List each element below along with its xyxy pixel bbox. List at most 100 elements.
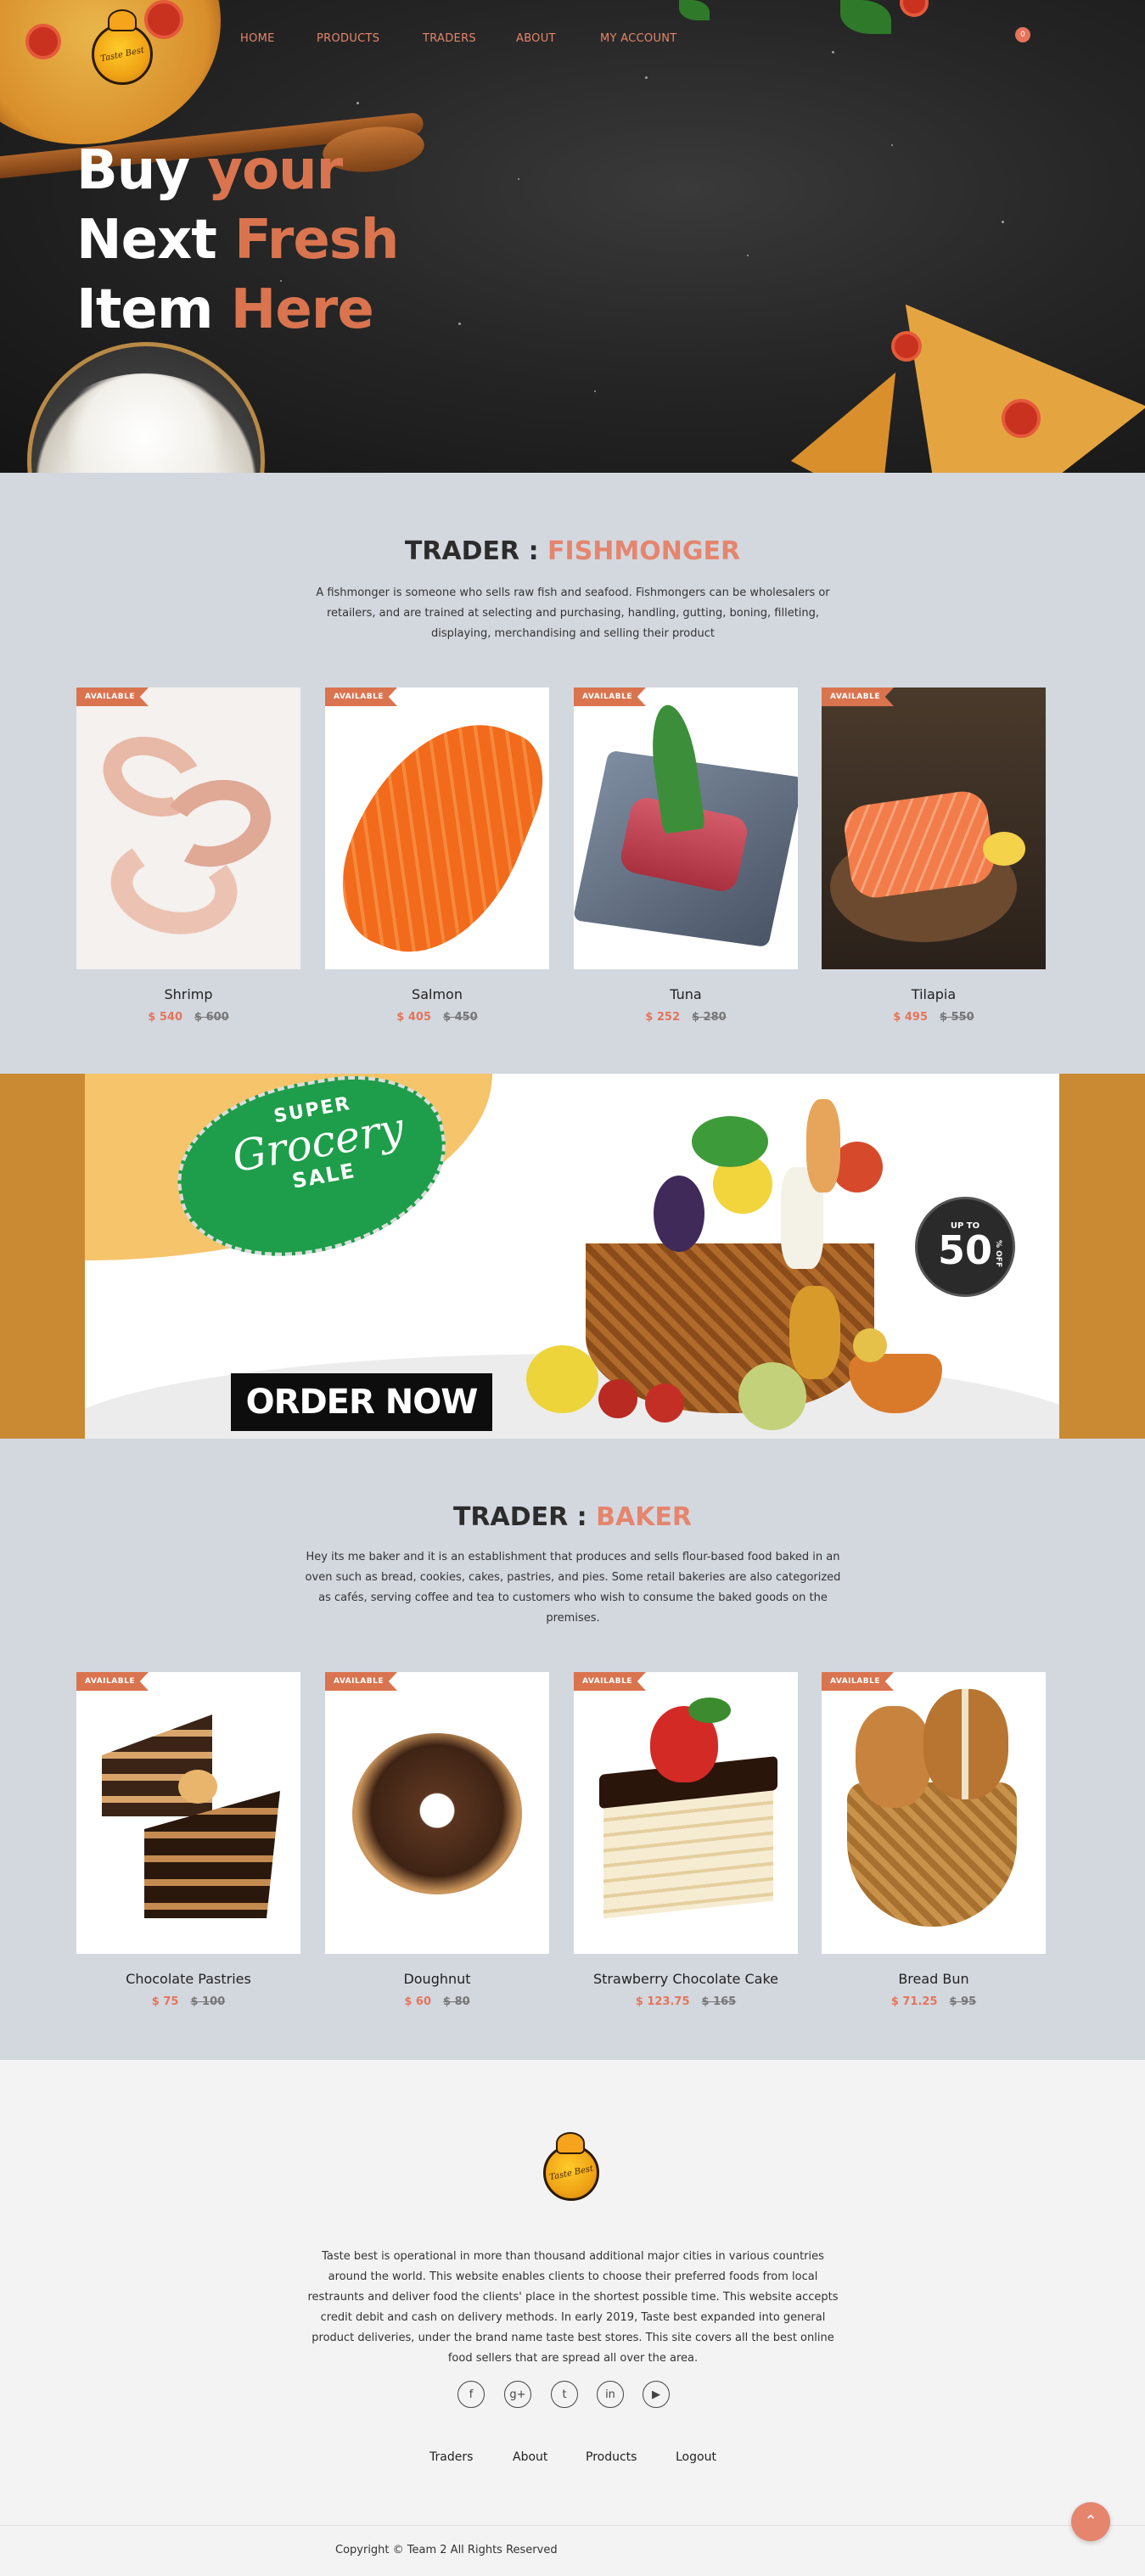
flour-speck <box>356 102 359 104</box>
availability-badge: AVAILABLE <box>325 687 397 706</box>
hero-line2-text: Next <box>76 209 235 272</box>
product-image-tilapia[interactable]: AVAILABLE <box>822 687 1046 969</box>
nav-about[interactable]: ABOUT <box>516 32 556 45</box>
fishmonger-section: TRADER : FISHMONGER A fishmonger is some… <box>0 473 1145 1074</box>
logo-text: Taste Best <box>548 2164 594 2182</box>
current-price: $ 60 <box>404 1995 431 2008</box>
old-price: $ 600 <box>194 1011 229 1024</box>
availability-badge: AVAILABLE <box>76 687 149 706</box>
youtube-icon[interactable]: ▶ <box>643 2381 670 2408</box>
old-price: $ 100 <box>190 1995 226 2008</box>
baker-description: Hey its me baker and it is an establishm… <box>305 1551 841 1625</box>
tumblr-icon[interactable]: t <box>551 2381 578 2408</box>
chevron-up-icon: ⌃ <box>1084 2512 1097 2530</box>
old-price: $ 80 <box>443 1995 470 2008</box>
product-image-shrimp[interactable]: AVAILABLE <box>76 687 300 969</box>
nav-products[interactable]: PRODUCTS <box>317 32 379 45</box>
nav-home[interactable]: HOME <box>240 32 275 45</box>
cart-count-badge[interactable]: 0 <box>1015 27 1030 42</box>
google-plus-icon[interactable]: g+ <box>504 2381 531 2408</box>
product-price: $ 60 $ 80 <box>325 1995 549 2008</box>
product-name[interactable]: Strawberry Chocolate Cake <box>574 1971 798 1987</box>
product-price: $ 75 $ 100 <box>76 1995 300 2008</box>
product-card-chocolate-pastries[interactable]: AVAILABLE Chocolate Pastries $ 75 $ 100 <box>76 1672 300 2008</box>
product-card-shrimp[interactable]: AVAILABLE Shrimp $ 540 $ 600 <box>76 687 300 1024</box>
hero-line3-accent: Here <box>230 278 374 341</box>
product-price: $ 252 $ 280 <box>574 1011 798 1024</box>
potato-shape <box>853 1328 887 1362</box>
fishmonger-title: TRADER : FISHMONGER <box>0 536 1145 566</box>
hero-line1-text: Buy <box>76 139 208 202</box>
discount-off: % OFF <box>994 1240 1002 1268</box>
scroll-to-top-button[interactable]: ⌃ <box>1071 2502 1110 2541</box>
pineapple-shape <box>789 1286 840 1379</box>
flour-speck <box>594 390 596 392</box>
bread-basket-shape <box>847 1782 1017 1927</box>
apple-shape <box>645 1383 684 1423</box>
product-name[interactable]: Bread Bun <box>822 1971 1046 1987</box>
product-card-doughnut[interactable]: AVAILABLE Doughnut $ 60 $ 80 <box>325 1672 549 2008</box>
tomato-slice <box>1002 399 1041 438</box>
current-price: $ 71.25 <box>890 1995 938 2008</box>
linkedin-icon[interactable]: in <box>597 2381 624 2408</box>
availability-badge: AVAILABLE <box>76 1672 149 1691</box>
old-price: $ 450 <box>443 1011 478 1024</box>
nav-my-account[interactable]: MY ACCOUNT <box>600 32 677 45</box>
hero-headline: Buy your Next Fresh Item Here <box>76 136 399 345</box>
product-name[interactable]: Chocolate Pastries <box>76 1971 300 1987</box>
lemon-shape <box>983 832 1025 866</box>
grocery-sale-banner[interactable]: SUPER Grocery SALE ORDER NOW UP TO 50 % … <box>0 1074 1145 1439</box>
baker-title: TRADER : BAKER <box>0 1502 1145 1532</box>
product-image-tuna[interactable]: AVAILABLE <box>574 687 798 969</box>
footer-link-logout[interactable]: Logout <box>676 2450 716 2464</box>
product-price: $ 123.75 $ 165 <box>574 1995 798 2008</box>
chef-hat-icon <box>108 9 137 31</box>
facebook-icon[interactable]: f <box>457 2381 485 2408</box>
product-name[interactable]: Salmon <box>325 986 549 1002</box>
footer-logo[interactable]: Taste Best <box>543 2132 599 2201</box>
product-name[interactable]: Doughnut <box>325 1971 549 1987</box>
product-image-bread-bun[interactable]: AVAILABLE <box>822 1672 1046 1954</box>
flour-speck <box>458 323 461 325</box>
product-image-doughnut[interactable]: AVAILABLE <box>325 1672 549 1954</box>
banner-inner: SUPER Grocery SALE ORDER NOW UP TO 50 % … <box>85 1074 1059 1439</box>
baker-section: TRADER : BAKER Hey its me baker and it i… <box>0 1439 1145 2060</box>
cream-swirl-shape <box>178 1770 217 1804</box>
availability-badge: AVAILABLE <box>822 687 894 706</box>
product-name[interactable]: Shrimp <box>76 986 300 1002</box>
product-image-salmon[interactable]: AVAILABLE <box>325 687 549 969</box>
product-image-chocolate-pastries[interactable]: AVAILABLE <box>76 1672 300 1954</box>
site-footer: Taste Best Taste best is operational in … <box>0 2060 1145 2576</box>
order-now-button[interactable]: ORDER NOW <box>231 1373 492 1431</box>
product-image-strawberry-chocolate-cake[interactable]: AVAILABLE <box>574 1672 798 1954</box>
flour-speck <box>518 178 519 180</box>
logo-text: Taste Best <box>99 45 145 64</box>
flour-speck <box>645 76 648 79</box>
lemon-shape <box>526 1345 598 1413</box>
product-price: $ 540 $ 600 <box>76 1011 300 1024</box>
melon-shape <box>738 1362 806 1430</box>
product-card-salmon[interactable]: AVAILABLE Salmon $ 405 $ 450 <box>325 687 549 1024</box>
footer-link-products[interactable]: Products <box>586 2450 637 2464</box>
bun-shape <box>856 1706 932 1808</box>
trader-label: TRADER : <box>452 1502 597 1532</box>
apple-shape <box>598 1379 637 1418</box>
nav-traders[interactable]: TRADERS <box>423 32 476 45</box>
product-card-bread-bun[interactable]: AVAILABLE Bread Bun $ 71.25 $ 95 <box>822 1672 1046 2008</box>
availability-badge: AVAILABLE <box>574 687 646 706</box>
fish-fillet-shape <box>841 788 997 901</box>
product-card-strawberry-chocolate-cake[interactable]: AVAILABLE Strawberry Chocolate Cake $ 12… <box>574 1672 798 2008</box>
footer-link-about[interactable]: About <box>513 2450 547 2464</box>
footer-link-traders[interactable]: Traders <box>429 2450 473 2464</box>
product-card-tuna[interactable]: AVAILABLE Tuna $ 252 $ 280 <box>574 687 798 1024</box>
product-price: $ 71.25 $ 95 <box>822 1995 1046 2008</box>
site-logo[interactable]: Taste Best <box>92 9 153 85</box>
chef-hat-icon <box>556 2132 585 2154</box>
current-price: $ 540 <box>148 1011 182 1024</box>
bun-cross-shape <box>962 1689 968 1799</box>
product-name[interactable]: Tuna <box>574 986 798 1002</box>
product-name[interactable]: Tilapia <box>822 986 1046 1002</box>
trader-name: BAKER <box>596 1502 693 1532</box>
product-card-tilapia[interactable]: AVAILABLE Tilapia $ 495 $ 550 <box>822 687 1046 1024</box>
flour-speck <box>747 255 749 256</box>
